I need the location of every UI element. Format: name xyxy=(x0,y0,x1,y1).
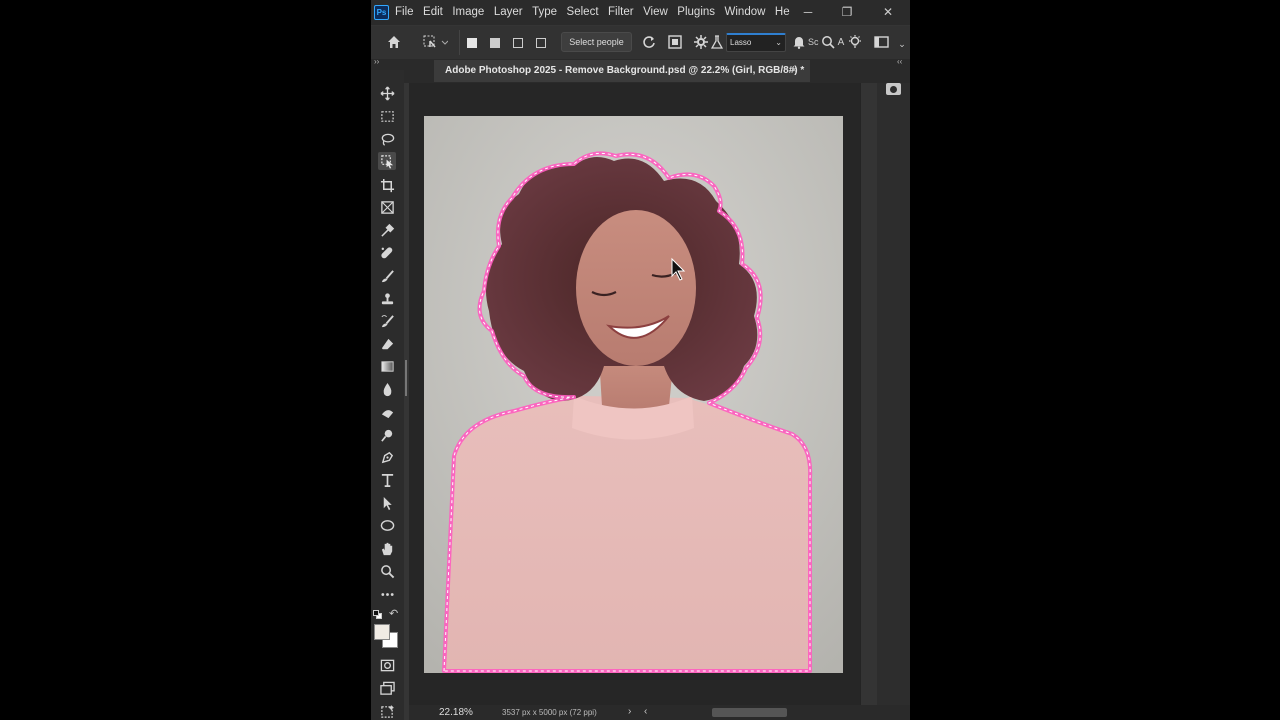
add-selection-icon[interactable] xyxy=(490,38,500,48)
pen-tool-icon[interactable] xyxy=(378,448,396,466)
frame-tool-icon[interactable] xyxy=(378,198,396,216)
move-tool-icon[interactable] xyxy=(378,84,396,102)
tool-preset-picker[interactable] xyxy=(422,34,449,54)
menu-view[interactable]: View xyxy=(643,0,668,25)
document-info[interactable]: 3537 px x 5000 px (72 ppi) xyxy=(502,708,597,717)
zoom-tool-icon[interactable] xyxy=(378,562,396,580)
minimize-button[interactable]: ─ xyxy=(798,3,818,21)
foreground-color-swatch[interactable] xyxy=(374,624,390,640)
eraser-tool-icon[interactable] xyxy=(378,335,396,353)
type-tool-icon[interactable] xyxy=(378,471,396,489)
blur-tool-icon[interactable] xyxy=(378,380,396,398)
dodge-tool-icon[interactable] xyxy=(378,426,396,444)
menu-layer[interactable]: Layer xyxy=(494,0,523,25)
tab-close-icon[interactable]: × xyxy=(791,60,797,82)
right-panel-dock xyxy=(877,83,910,705)
spot-healing-tool-icon[interactable] xyxy=(378,244,396,262)
screen-mode-icon[interactable] xyxy=(378,679,396,697)
menu-file[interactable]: File xyxy=(395,0,414,25)
history-brush-tool-icon[interactable] xyxy=(378,312,396,330)
chevron-down-icon[interactable]: ⌄ xyxy=(897,36,907,52)
status-menu-arrow[interactable]: › xyxy=(628,706,631,717)
clone-stamp-tool-icon[interactable] xyxy=(378,290,396,308)
ellipse-tool-icon[interactable] xyxy=(378,516,396,534)
swap-colors-icon[interactable]: ↶ xyxy=(389,608,401,620)
quick-mask-icon[interactable] xyxy=(378,656,396,674)
default-colors-icon[interactable] xyxy=(373,610,382,619)
home-icon[interactable] xyxy=(385,34,403,54)
select-people-button[interactable]: Select people xyxy=(561,32,632,52)
camera-icon[interactable] xyxy=(886,83,901,95)
menu-type[interactable]: Type xyxy=(532,0,557,25)
marquee-tool-icon[interactable] xyxy=(378,107,396,125)
bell-icon[interactable] xyxy=(792,35,806,53)
generative-icon[interactable] xyxy=(378,702,396,720)
vertical-scrollbar[interactable] xyxy=(860,83,877,705)
document-title: Adobe Photoshop 2025 - Remove Background… xyxy=(445,65,805,76)
eyedropper-tool-icon[interactable] xyxy=(378,221,396,239)
tools-panel: ↶ xyxy=(371,70,404,720)
more-tools-icon[interactable] xyxy=(378,585,396,603)
object-selection-tool-icon[interactable] xyxy=(378,152,396,170)
menu-help[interactable]: He xyxy=(775,0,790,25)
flask-icon[interactable] xyxy=(710,35,724,53)
options-divider xyxy=(459,30,460,55)
sponge-tool-icon[interactable] xyxy=(378,403,396,421)
options-partial-label: Sc xyxy=(808,37,819,47)
close-button[interactable]: ✕ xyxy=(878,3,898,21)
menu-window[interactable]: Window xyxy=(725,0,766,25)
chevron-down-icon: ⌄ xyxy=(775,38,782,47)
light-bulb-icon[interactable] xyxy=(848,35,862,53)
menu-filter[interactable]: Filter xyxy=(608,0,634,25)
brush-tool-icon[interactable] xyxy=(378,267,396,285)
menu-bar: Ps File Edit Image Layer Type Select Fil… xyxy=(371,0,910,25)
restore-button[interactable]: ❐ xyxy=(837,3,857,21)
menu-image[interactable]: Image xyxy=(452,0,484,25)
new-selection-icon[interactable] xyxy=(467,38,477,48)
document-canvas[interactable] xyxy=(424,116,843,673)
collapse-panels-icon[interactable]: ‹‹ xyxy=(897,57,902,66)
search-icon[interactable] xyxy=(821,35,835,53)
crop-tool-icon[interactable] xyxy=(378,176,396,194)
document-tab[interactable]: Adobe Photoshop 2025 - Remove Background… xyxy=(434,60,810,82)
path-selection-tool-icon[interactable] xyxy=(378,494,396,512)
subtract-selection-icon[interactable] xyxy=(513,38,523,48)
menu-edit[interactable]: Edit xyxy=(423,0,443,25)
lasso-tool-icon[interactable] xyxy=(378,130,396,148)
refresh-icon[interactable] xyxy=(642,35,656,53)
settings-gear-icon[interactable] xyxy=(694,35,708,53)
intersect-selection-icon[interactable] xyxy=(536,38,546,48)
hand-tool-icon[interactable] xyxy=(378,539,396,557)
menu-plugins[interactable]: Plugins xyxy=(677,0,715,25)
scroll-left-arrow[interactable]: ‹ xyxy=(644,706,647,717)
expand-toolbar-icon[interactable]: ›› xyxy=(374,57,379,66)
panel-layout-icon[interactable] xyxy=(874,36,889,52)
gradient-tool-icon[interactable] xyxy=(378,357,396,375)
zoom-level[interactable]: 22.18% xyxy=(439,707,473,718)
toolbar-scroll-handle[interactable] xyxy=(405,360,407,396)
object-finder-icon[interactable] xyxy=(668,35,682,53)
menu-select[interactable]: Select xyxy=(567,0,599,25)
text-a-icon[interactable]: A xyxy=(837,35,845,51)
mode-dropdown[interactable]: Lasso ⌄ xyxy=(726,33,786,52)
mode-value: Lasso xyxy=(730,38,752,47)
horizontal-scrollbar-thumb[interactable] xyxy=(712,708,787,717)
menu-list: File Edit Image Layer Type Select Filter… xyxy=(395,0,799,25)
status-bar: 22.18% 3537 px x 5000 px (72 ppi) › ‹ xyxy=(409,705,910,720)
photoshop-logo: Ps xyxy=(374,5,389,20)
photoshop-window: Ps File Edit Image Layer Type Select Fil… xyxy=(371,0,910,720)
